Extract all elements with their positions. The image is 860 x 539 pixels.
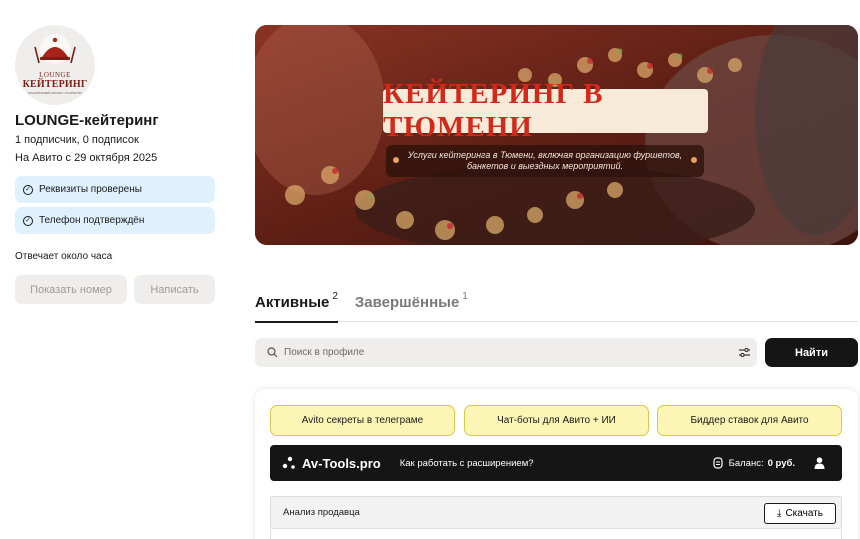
- tab-count: 2: [332, 291, 338, 302]
- subscribers-count[interactable]: 1 подписчик, 0 подписок: [15, 131, 215, 149]
- logo-line-1: LOUNGE: [39, 71, 71, 79]
- user-icon[interactable]: [809, 457, 829, 469]
- download-label: Скачать: [785, 508, 823, 519]
- find-button[interactable]: Найти: [765, 338, 858, 367]
- badge-requisites-verified[interactable]: ✓ Реквизиты проверены: [15, 176, 215, 203]
- wallet-icon: [713, 457, 723, 469]
- badge-phone-verified[interactable]: ✓ Телефон подтверждён: [15, 207, 215, 234]
- balance-label: Баланс:: [728, 457, 764, 469]
- search-icon: [267, 347, 278, 358]
- reply-time: Отвечает около часа: [15, 251, 113, 262]
- badge-label: Реквизиты проверены: [39, 184, 142, 195]
- banner-subtitle-line-1: Услуги кейтеринга в Тюмени, включая орга…: [407, 150, 683, 160]
- tab-label: Завершённые: [354, 294, 460, 311]
- extension-brand: Av-Tools.pro: [302, 455, 381, 471]
- avatar[interactable]: LOUNGE КЕЙТЕРИНГ ПРАЗДНИЧНЫЙ ФУРШЕТ И БА…: [15, 25, 95, 105]
- analysis-title: Анализ продавца: [283, 507, 360, 518]
- tab-completed[interactable]: Завершённые 1: [354, 291, 468, 322]
- tab-active[interactable]: Активные 2: [255, 291, 338, 323]
- member-since: На Авито с 29 октября 2025: [15, 152, 158, 164]
- download-button[interactable]: ⤓ Скачать: [764, 503, 836, 524]
- seller-analysis-header: Анализ продавца ⤓ Скачать: [270, 496, 842, 529]
- check-circle-icon: ✓: [23, 184, 33, 195]
- profile-search: [255, 338, 757, 367]
- extension-panel: Avito секреты в телеграме Чат-боты для А…: [255, 389, 858, 539]
- banner-title: КЕЙТЕРИНГ В ТЮМЕНИ: [383, 78, 708, 143]
- bullet-dot-icon: [691, 157, 697, 163]
- check-circle-icon: ✓: [23, 215, 33, 226]
- filter-icon[interactable]: [731, 348, 757, 357]
- seller-name[interactable]: LOUNGE-кейтеринг: [15, 111, 215, 131]
- logo-line-3: ПРАЗДНИЧНЫЙ ФУРШЕТ И БАНКЕТЫ: [28, 91, 82, 95]
- bullet-dot-icon: [393, 157, 399, 163]
- show-number-button[interactable]: Показать номер: [15, 275, 127, 304]
- search-input[interactable]: [284, 347, 731, 358]
- balance[interactable]: Баланс: 0 руб.: [713, 457, 795, 469]
- profile-banner: КЕЙТЕРИНГ В ТЮМЕНИ Услуги кейтеринга в Т…: [255, 25, 858, 245]
- banner-subtitle-line-2: банкетов и выездных мероприятий.: [466, 161, 624, 171]
- balance-value: 0 руб.: [767, 457, 795, 469]
- seller-profile: LOUNGE КЕЙТЕРИНГ ПРАЗДНИЧНЫЙ ФУРШЕТ И БА…: [15, 25, 215, 304]
- promo-telegram-button[interactable]: Avito секреты в телеграме: [270, 405, 455, 436]
- listing-tabs: Активные 2 Завершённые 1: [255, 291, 858, 323]
- download-icon: ⤓: [777, 508, 782, 519]
- seller-analysis-body: [270, 529, 842, 539]
- promo-chatbots-button[interactable]: Чат-боты для Авито + ИИ: [464, 405, 649, 436]
- banner-subtitle: Услуги кейтеринга в Тюмени, включая орга…: [386, 145, 704, 177]
- how-to-link[interactable]: Как работать с расширением?: [400, 458, 534, 469]
- tab-count: 1: [462, 291, 468, 302]
- write-button[interactable]: Написать: [134, 275, 215, 304]
- avtools-logo-icon[interactable]: Av-Tools.pro: [282, 456, 381, 471]
- badge-label: Телефон подтверждён: [39, 215, 145, 226]
- extension-toolbar: Av-Tools.pro Как работать с расширением?…: [270, 445, 842, 481]
- tab-label: Активные: [255, 294, 330, 311]
- logo-line-2: КЕЙТЕРИНГ: [22, 79, 88, 90]
- promo-bidder-button[interactable]: Биддер ставок для Авито: [657, 405, 842, 436]
